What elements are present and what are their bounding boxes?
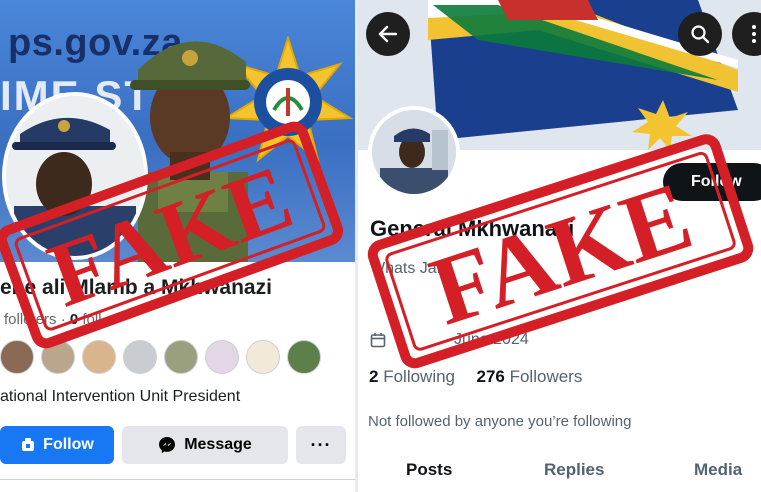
more-options-button[interactable]: ··· — [296, 426, 346, 464]
messenger-icon — [159, 437, 176, 453]
x-profile-screenshot: Follow General Mkhwanazi Whats Jan June … — [358, 0, 761, 492]
search-icon — [691, 25, 710, 44]
tab-replies[interactable]: Replies — [544, 460, 604, 480]
message-label: Message — [184, 436, 252, 453]
facebook-profile-screenshot: ps.gov.za IME ST ene ali Mlamb a Mkhwana… — [0, 0, 355, 492]
more-vertical-icon — [752, 25, 756, 43]
message-button[interactable]: Message — [122, 426, 288, 464]
search-button[interactable] — [678, 12, 722, 56]
fake-stamp: FAKE — [367, 134, 754, 369]
fake-stamp: FAKE — [0, 121, 344, 349]
follow-counts: 2 Following 276 Followers — [369, 367, 582, 387]
divider-line — [0, 479, 355, 480]
follow-label: Follow — [43, 436, 94, 453]
profile-tabs: Posts Replies Media — [358, 458, 761, 492]
follow-button[interactable]: Follow — [0, 426, 114, 464]
tab-posts[interactable]: Posts — [406, 460, 452, 480]
back-button[interactable] — [366, 12, 410, 56]
tab-media[interactable]: Media — [694, 460, 742, 480]
profile-bio: ational Intervention Unit President — [0, 388, 241, 405]
not-followed-note: Not followed by anyone you’re following — [368, 413, 632, 430]
follow-icon — [22, 438, 35, 451]
back-arrow-icon — [378, 25, 398, 43]
